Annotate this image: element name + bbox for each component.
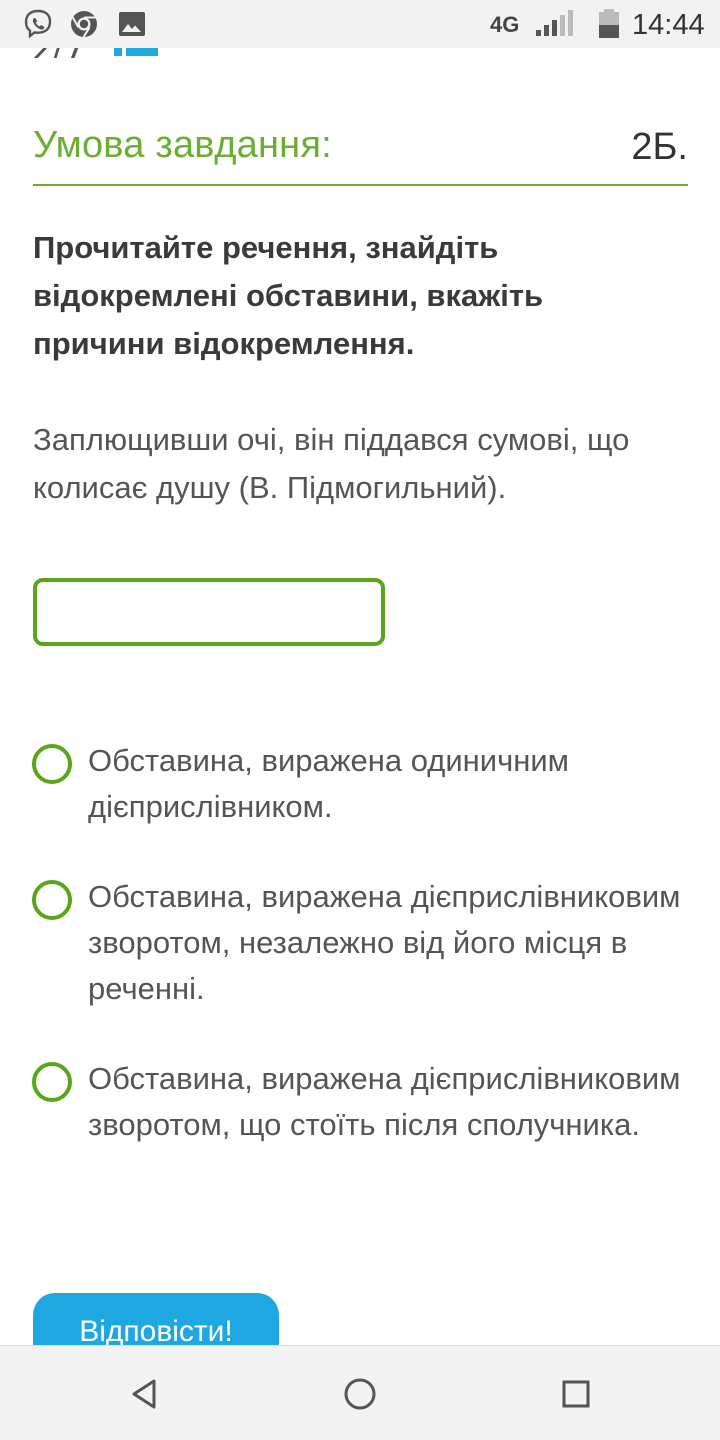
task-header: Умова завдання: 2Б. bbox=[33, 122, 688, 186]
screen: 4G 14:44 2/7 Умова завдання: 2Б. Прочита… bbox=[0, 0, 720, 1440]
option-3-radio[interactable] bbox=[32, 1062, 72, 1102]
battery-icon bbox=[599, 9, 619, 38]
task-title: Умова завдання: bbox=[33, 124, 332, 166]
navigation-bar bbox=[0, 1345, 720, 1440]
signal-icon bbox=[536, 10, 573, 36]
answer-input[interactable] bbox=[33, 578, 385, 646]
option-2-radio[interactable] bbox=[32, 880, 72, 920]
chrome-icon bbox=[71, 11, 97, 38]
option-1-label: Обставина, виражена одиничним дієприслів… bbox=[88, 743, 569, 824]
task-sentence: Заплющивши очі, він піддався сумові, що … bbox=[33, 422, 630, 505]
gallery-icon bbox=[119, 12, 145, 36]
option-1-radio[interactable] bbox=[32, 744, 72, 784]
task-points: 2Б. bbox=[631, 126, 688, 168]
option-2-label: Обставина, виражена дієприслівниковим зв… bbox=[88, 879, 681, 1006]
back-icon[interactable] bbox=[124, 1374, 164, 1414]
option-3-label: Обставина, виражена дієприслівниковим зв… bbox=[88, 1061, 681, 1142]
question-list-icon[interactable] bbox=[114, 48, 160, 58]
network-type-label: 4G bbox=[490, 12, 520, 37]
recents-icon[interactable] bbox=[556, 1374, 596, 1414]
task-instruction: Прочитайте речення, знайдіть відокремлен… bbox=[33, 230, 544, 361]
home-icon[interactable] bbox=[340, 1374, 380, 1414]
viber-icon bbox=[24, 9, 52, 39]
clock: 14:44 bbox=[632, 9, 705, 41]
status-bar: 4G 14:44 bbox=[0, 0, 720, 48]
